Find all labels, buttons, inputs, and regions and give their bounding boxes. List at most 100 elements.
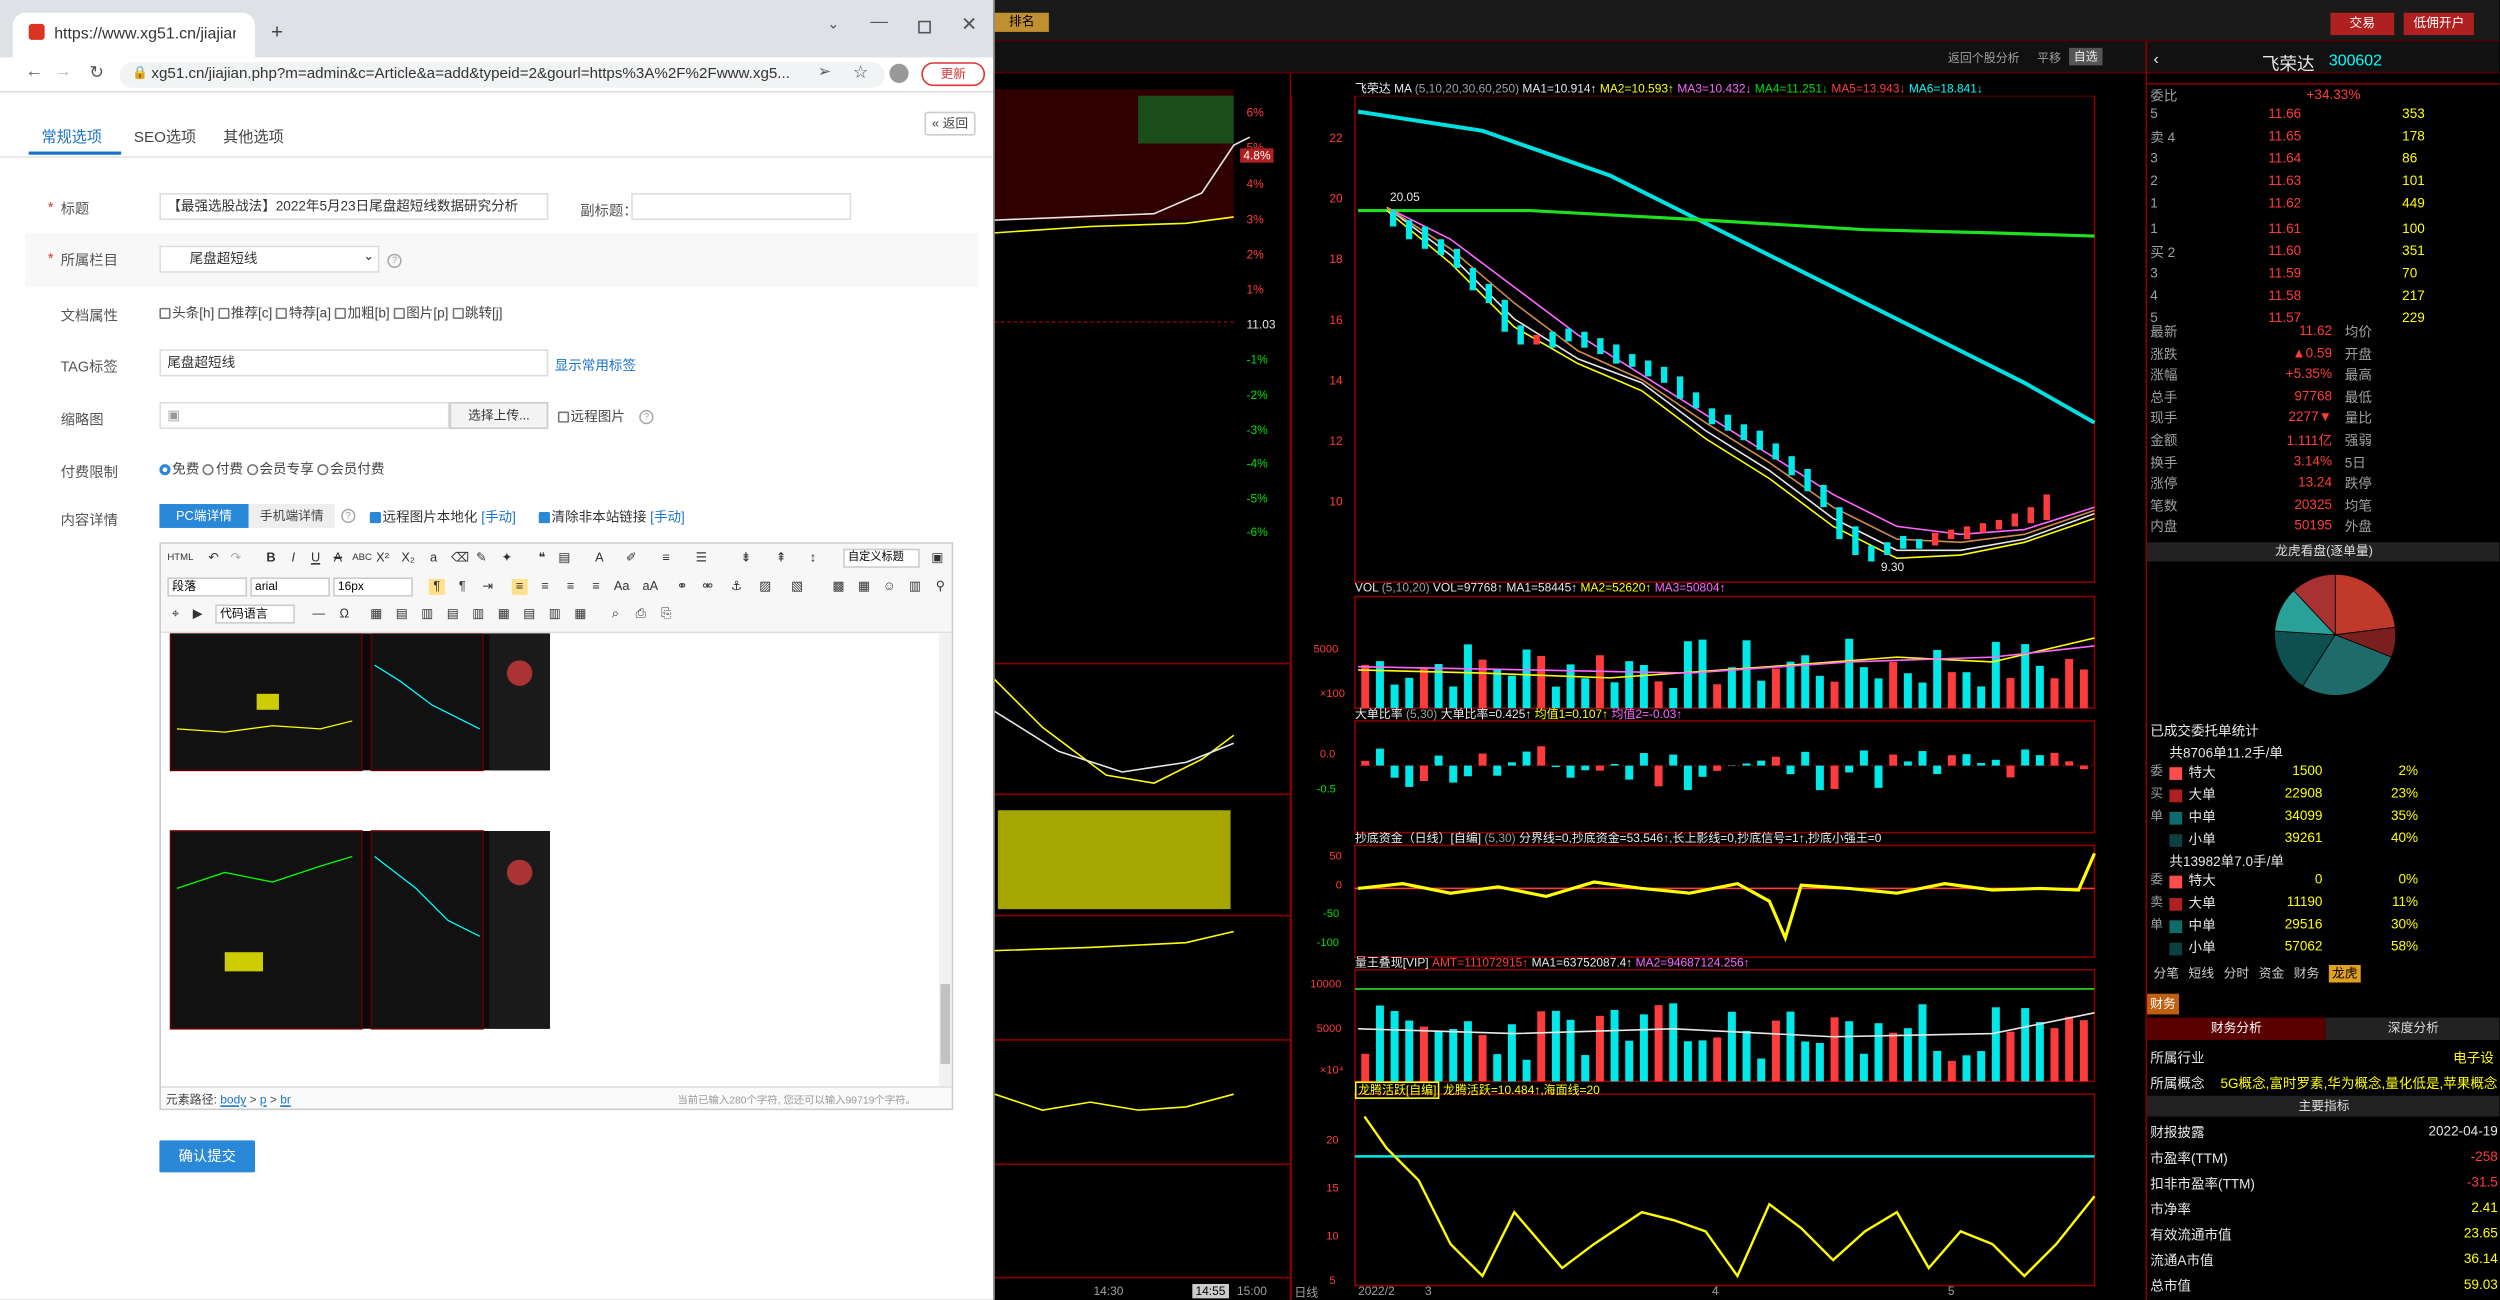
- code-language-select[interactable]: 代码语言: [215, 604, 295, 624]
- bottom-tab[interactable]: 龙虎: [2328, 964, 2361, 983]
- unordered-list-icon[interactable]: ☰: [693, 550, 709, 566]
- remote-localize-link[interactable]: [手动]: [481, 509, 516, 525]
- emoji-icon[interactable]: ☺: [881, 579, 897, 595]
- close-icon[interactable]: ✕: [961, 13, 977, 35]
- paragraph-spacing-icon[interactable]: ⇞: [773, 550, 789, 566]
- insert-image-icon[interactable]: ▩: [830, 579, 846, 595]
- anchor-icon[interactable]: ⚓: [728, 579, 744, 595]
- case-icon[interactable]: aA: [642, 579, 659, 595]
- video-icon[interactable]: ▶: [190, 606, 206, 622]
- file-icon[interactable]: ▥: [907, 579, 923, 595]
- path-item[interactable]: br: [280, 1093, 291, 1107]
- direction-rtl-icon[interactable]: ¶: [454, 579, 470, 595]
- browser-tab[interactable]: https://www.xg51.cn/jiajian.ph: [12, 12, 256, 58]
- submit-button[interactable]: 确认提交: [159, 1140, 256, 1173]
- bottom-tab[interactable]: 分笔: [2153, 965, 2179, 983]
- remote-localize-option[interactable]: 远程图片本地化 [手动]: [369, 507, 516, 526]
- fin-tab[interactable]: 财务: [2147, 993, 2179, 1015]
- paragraph-format-select[interactable]: 段落: [167, 577, 248, 597]
- redo-icon[interactable]: ↷: [228, 550, 244, 566]
- attachment-icon[interactable]: ⚲: [932, 579, 948, 595]
- direction-ltr-icon[interactable]: ¶: [428, 578, 445, 595]
- align-left-icon[interactable]: ≡: [511, 578, 528, 595]
- format-painter-icon[interactable]: ✎: [473, 550, 489, 566]
- checkbox[interactable]: [452, 308, 464, 320]
- strikethrough-icon[interactable]: A: [330, 550, 346, 566]
- paste-icon[interactable]: ▤: [556, 550, 572, 566]
- reload-icon[interactable]: ↻: [89, 62, 104, 83]
- cell-icon[interactable]: ▤: [521, 606, 537, 622]
- remote-image-option[interactable]: 远程图片: [557, 407, 625, 426]
- row-spacing-icon[interactable]: ⇟: [738, 550, 754, 566]
- style-icon[interactable]: ✦: [499, 550, 515, 566]
- preview-icon[interactable]: ⎘: [658, 606, 674, 622]
- deep-analysis-tab[interactable]: 深度分析: [2325, 1017, 2500, 1040]
- font-size-select[interactable]: 16px: [333, 577, 413, 597]
- highlight-icon[interactable]: ✐: [623, 550, 639, 566]
- image-icon[interactable]: ▨: [757, 579, 773, 595]
- amount-label[interactable]: 量王叠现[VIP]: [1355, 955, 1429, 969]
- tab-general[interactable]: 常规选项: [41, 124, 102, 147]
- checkbox[interactable]: [334, 308, 346, 320]
- radio[interactable]: [317, 464, 329, 476]
- blockquote-icon[interactable]: ❝: [534, 550, 550, 566]
- rank-tag[interactable]: 排名: [994, 12, 1049, 32]
- bottom-tab[interactable]: 资金: [2259, 965, 2285, 983]
- checkbox[interactable]: [538, 512, 550, 524]
- radio[interactable]: [203, 464, 215, 476]
- bottom-tab[interactable]: 财务: [2294, 965, 2320, 983]
- search-icon[interactable]: ⌕: [607, 606, 623, 622]
- clear-links-link[interactable]: [手动]: [650, 509, 685, 525]
- trade-button[interactable]: 交易: [2330, 12, 2395, 36]
- chevron-down-icon[interactable]: ⌄: [827, 16, 839, 34]
- title-input[interactable]: 【最强选股战法】2022年5月23日尾盘超短线数据研究分析: [159, 192, 549, 221]
- eraser-icon[interactable]: ⌫: [451, 550, 469, 566]
- align-center-icon[interactable]: ≡: [537, 579, 553, 595]
- table-merge-icon[interactable]: ▤: [445, 606, 461, 622]
- table-delete-icon[interactable]: ▦: [496, 606, 512, 622]
- ordered-list-icon[interactable]: ≡: [658, 550, 674, 566]
- line-height-icon[interactable]: ↕: [805, 550, 821, 566]
- subscript-icon[interactable]: X₂: [400, 550, 416, 566]
- special-char-icon[interactable]: Ω: [336, 606, 352, 622]
- underline-icon[interactable]: U: [308, 550, 324, 566]
- mobile-detail-tab[interactable]: 手机端详情: [248, 504, 335, 528]
- table-col-icon[interactable]: ▥: [419, 606, 435, 622]
- forward-icon[interactable]: →: [54, 62, 72, 81]
- font-color-icon[interactable]: A: [591, 550, 607, 566]
- ma-label[interactable]: MA: [1394, 81, 1411, 95]
- cell-split-icon[interactable]: ▥: [547, 606, 563, 622]
- scrollbar-thumb[interactable]: [940, 984, 951, 1064]
- clear-links-option[interactable]: 清除非本站链接 [手动]: [538, 507, 685, 526]
- send-icon[interactable]: ➢: [818, 64, 831, 82]
- maximize-icon[interactable]: [918, 20, 931, 34]
- bold-icon[interactable]: B: [263, 550, 279, 566]
- bottom-tab[interactable]: 分时: [2224, 965, 2250, 983]
- editor-scrollbar[interactable]: [938, 633, 952, 1087]
- open-account-button[interactable]: 低佣开户: [2403, 12, 2474, 36]
- profile-avatar[interactable]: [889, 63, 909, 83]
- path-item[interactable]: p: [260, 1093, 267, 1107]
- tag-input[interactable]: 尾盘超短线: [159, 349, 549, 377]
- period-select[interactable]: 日线: [1294, 1284, 1318, 1300]
- horizontal-rule-icon[interactable]: —: [311, 606, 327, 622]
- back-icon[interactable]: ←: [26, 62, 44, 81]
- pc-detail-tab[interactable]: PC端详情: [159, 504, 249, 528]
- path-item[interactable]: body: [220, 1093, 246, 1107]
- watchlist-button[interactable]: 自选: [2069, 47, 2103, 66]
- custom-heading-select[interactable]: 自定义标题: [843, 548, 920, 568]
- table-split-icon[interactable]: ▥: [470, 606, 486, 622]
- minimize-icon[interactable]: —: [870, 13, 888, 32]
- upload-button[interactable]: 选择上传...: [449, 401, 549, 430]
- align-justify-icon[interactable]: ≡: [588, 579, 604, 595]
- thumb-input[interactable]: ▣: [159, 401, 450, 430]
- link-icon[interactable]: ⚭: [674, 579, 690, 595]
- map-icon[interactable]: ⌖: [167, 606, 183, 622]
- align-right-icon[interactable]: ≡: [563, 579, 579, 595]
- big-label[interactable]: 大单比率: [1355, 707, 1403, 721]
- pan-button[interactable]: 平移: [2037, 49, 2061, 67]
- print-icon[interactable]: ⎙: [633, 606, 649, 622]
- back-chevron-icon[interactable]: ‹: [2153, 51, 2158, 69]
- common-tags-link[interactable]: 显示常用标签: [555, 356, 636, 375]
- bottom-tab[interactable]: 短线: [2189, 965, 2215, 983]
